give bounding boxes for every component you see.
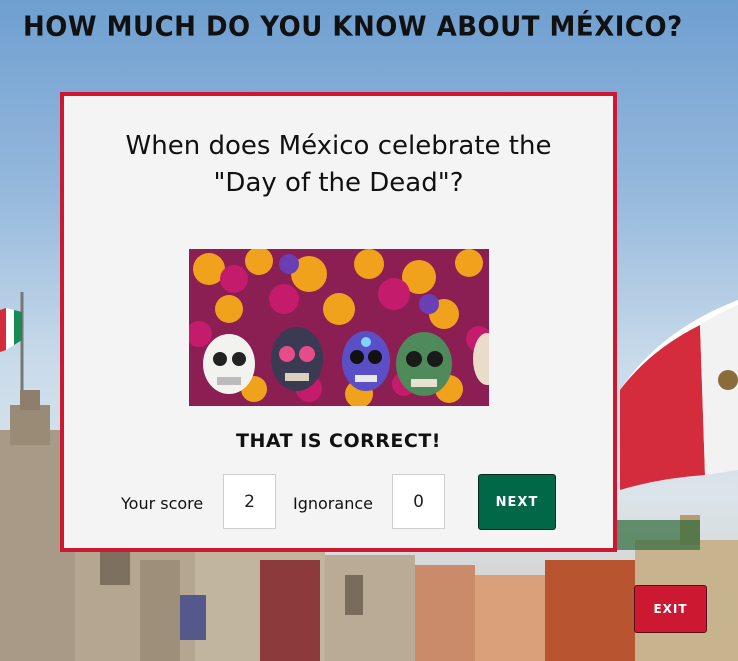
quiz-card: When does México celebrate the "Day of t… xyxy=(60,92,617,552)
ignorance-value: 0 xyxy=(392,474,445,529)
exit-button[interactable]: Exit xyxy=(634,585,707,633)
next-button[interactable]: Next xyxy=(478,474,556,530)
feedback-message: That is correct! xyxy=(236,430,441,452)
page-title: How much do you know about México? xyxy=(23,11,683,43)
ignorance-label: Ignorance xyxy=(293,494,373,513)
question-image xyxy=(189,249,489,406)
score-label: Your score xyxy=(121,494,204,513)
question-text: When does México celebrate the "Day of t… xyxy=(125,131,552,198)
score-value: 2 xyxy=(223,474,276,529)
sugar-skulls-marigolds-image xyxy=(189,249,489,406)
